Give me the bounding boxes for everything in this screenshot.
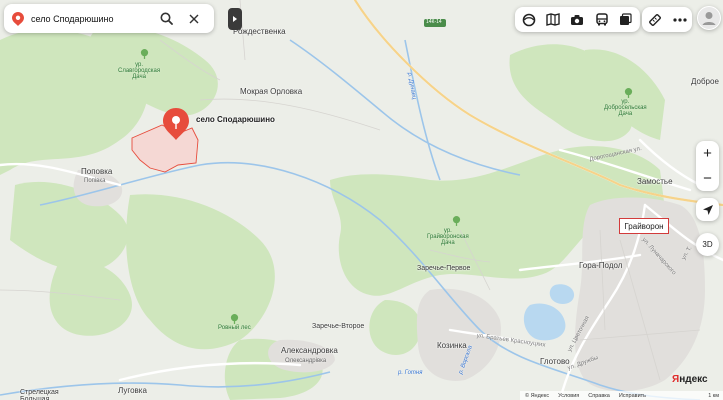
layers-button[interactable] [616, 10, 636, 30]
chevron-right-icon [233, 16, 237, 22]
label-graivoronskaya-dacha: ур. Грайворонская Дача [427, 228, 469, 246]
user-icon [698, 7, 720, 29]
label-mokraya-orlovka: Мокрая Орловка [240, 87, 303, 96]
report-error-link[interactable]: Исправить [619, 393, 646, 399]
forest-icon [140, 49, 149, 59]
search-input[interactable] [31, 13, 151, 24]
map-canvas[interactable] [0, 0, 723, 400]
yandex-logo: Яндекс [672, 374, 708, 385]
label-zarechye-pervoe: Заречье-Первое [417, 265, 471, 272]
more-button[interactable] [670, 10, 690, 30]
help-link[interactable]: Справка [588, 393, 610, 399]
location-pin-icon [12, 11, 24, 26]
ruler-icon [648, 13, 661, 26]
forest-icon [452, 216, 461, 226]
camera-icon [571, 14, 584, 25]
map-book-button[interactable] [543, 10, 563, 30]
layers-icon [620, 13, 632, 25]
navigation-arrow-icon [702, 204, 713, 215]
road-shield-14k14: 14К-14 [426, 19, 442, 25]
label-dobroselskaya-dacha: ур. Добросельская Дача [604, 99, 647, 117]
map-app: Рождественка Мокрая Орловка ур. Славгоро… [0, 0, 723, 400]
clear-search-button[interactable] [183, 8, 205, 30]
more-icon [672, 17, 687, 22]
logo-rest: ндекс [679, 374, 708, 385]
panorama-icon [522, 13, 536, 26]
label-rozhdestvenka: Рождественка [233, 27, 286, 36]
layers-toolbar [515, 7, 640, 32]
label-aleksandrovka-ua: Олександрівка [285, 358, 327, 364]
profile-avatar[interactable] [697, 6, 721, 30]
city-label-text: Грайворон [624, 221, 664, 231]
label-glotovo: Глотово [540, 357, 570, 366]
map-footer: © Яндекс Условия Справка Исправить 1 км [520, 391, 723, 400]
search-button[interactable] [155, 8, 177, 30]
label-rovny-les: Ровный лес [218, 325, 251, 331]
zoom-control: + − [696, 141, 719, 191]
forest-icon [624, 88, 633, 98]
label-slavgorodskaya-dacha: ур. Славгородская Дача [118, 62, 161, 80]
label-river-gotnya: р. Готня [398, 370, 423, 376]
collapse-sidebar-button[interactable] [228, 8, 242, 30]
label-zamostye: Замостье [637, 177, 673, 186]
my-location-button[interactable] [696, 198, 719, 221]
label-popovka: Поповка [81, 167, 113, 176]
close-icon [189, 14, 199, 23]
place-marker-icon[interactable] [162, 107, 190, 141]
panorama-button[interactable] [519, 10, 539, 30]
map-book-icon [546, 13, 560, 26]
label-lugovka: Луговка [118, 386, 147, 395]
search-icon [160, 12, 173, 25]
transport-button[interactable] [592, 10, 612, 30]
ruler-button[interactable] [645, 10, 665, 30]
label-zarechye-vtoroe: Заречье-Второе [312, 323, 365, 330]
label-aleksandrovka: Александровка [281, 346, 338, 355]
city-label-graivoron[interactable]: Грайворон [619, 218, 669, 234]
search-bar [4, 4, 214, 33]
3d-toggle-button[interactable]: 3D [696, 233, 719, 256]
label-gora-podol: Гора-Подол [579, 261, 623, 270]
tools-toolbar [642, 7, 692, 32]
photos-button[interactable] [567, 10, 587, 30]
place-marker-label: село Сподарюшино [196, 115, 275, 124]
copyright-link[interactable]: © Яндекс [525, 393, 549, 399]
zoom-out-button[interactable]: − [696, 171, 719, 186]
bus-icon [595, 13, 608, 26]
forest-icon [230, 314, 239, 324]
zoom-in-button[interactable]: + [696, 146, 719, 161]
label-dobroe: Доброе [691, 77, 719, 86]
label-streletskaya: Стрелецкая Большая [20, 389, 59, 400]
map-scale: 1 км [708, 392, 719, 399]
label-kozinka: Козинка [437, 341, 467, 350]
label-popovka-ua: Попівка [84, 178, 106, 184]
terms-link[interactable]: Условия [558, 393, 579, 399]
